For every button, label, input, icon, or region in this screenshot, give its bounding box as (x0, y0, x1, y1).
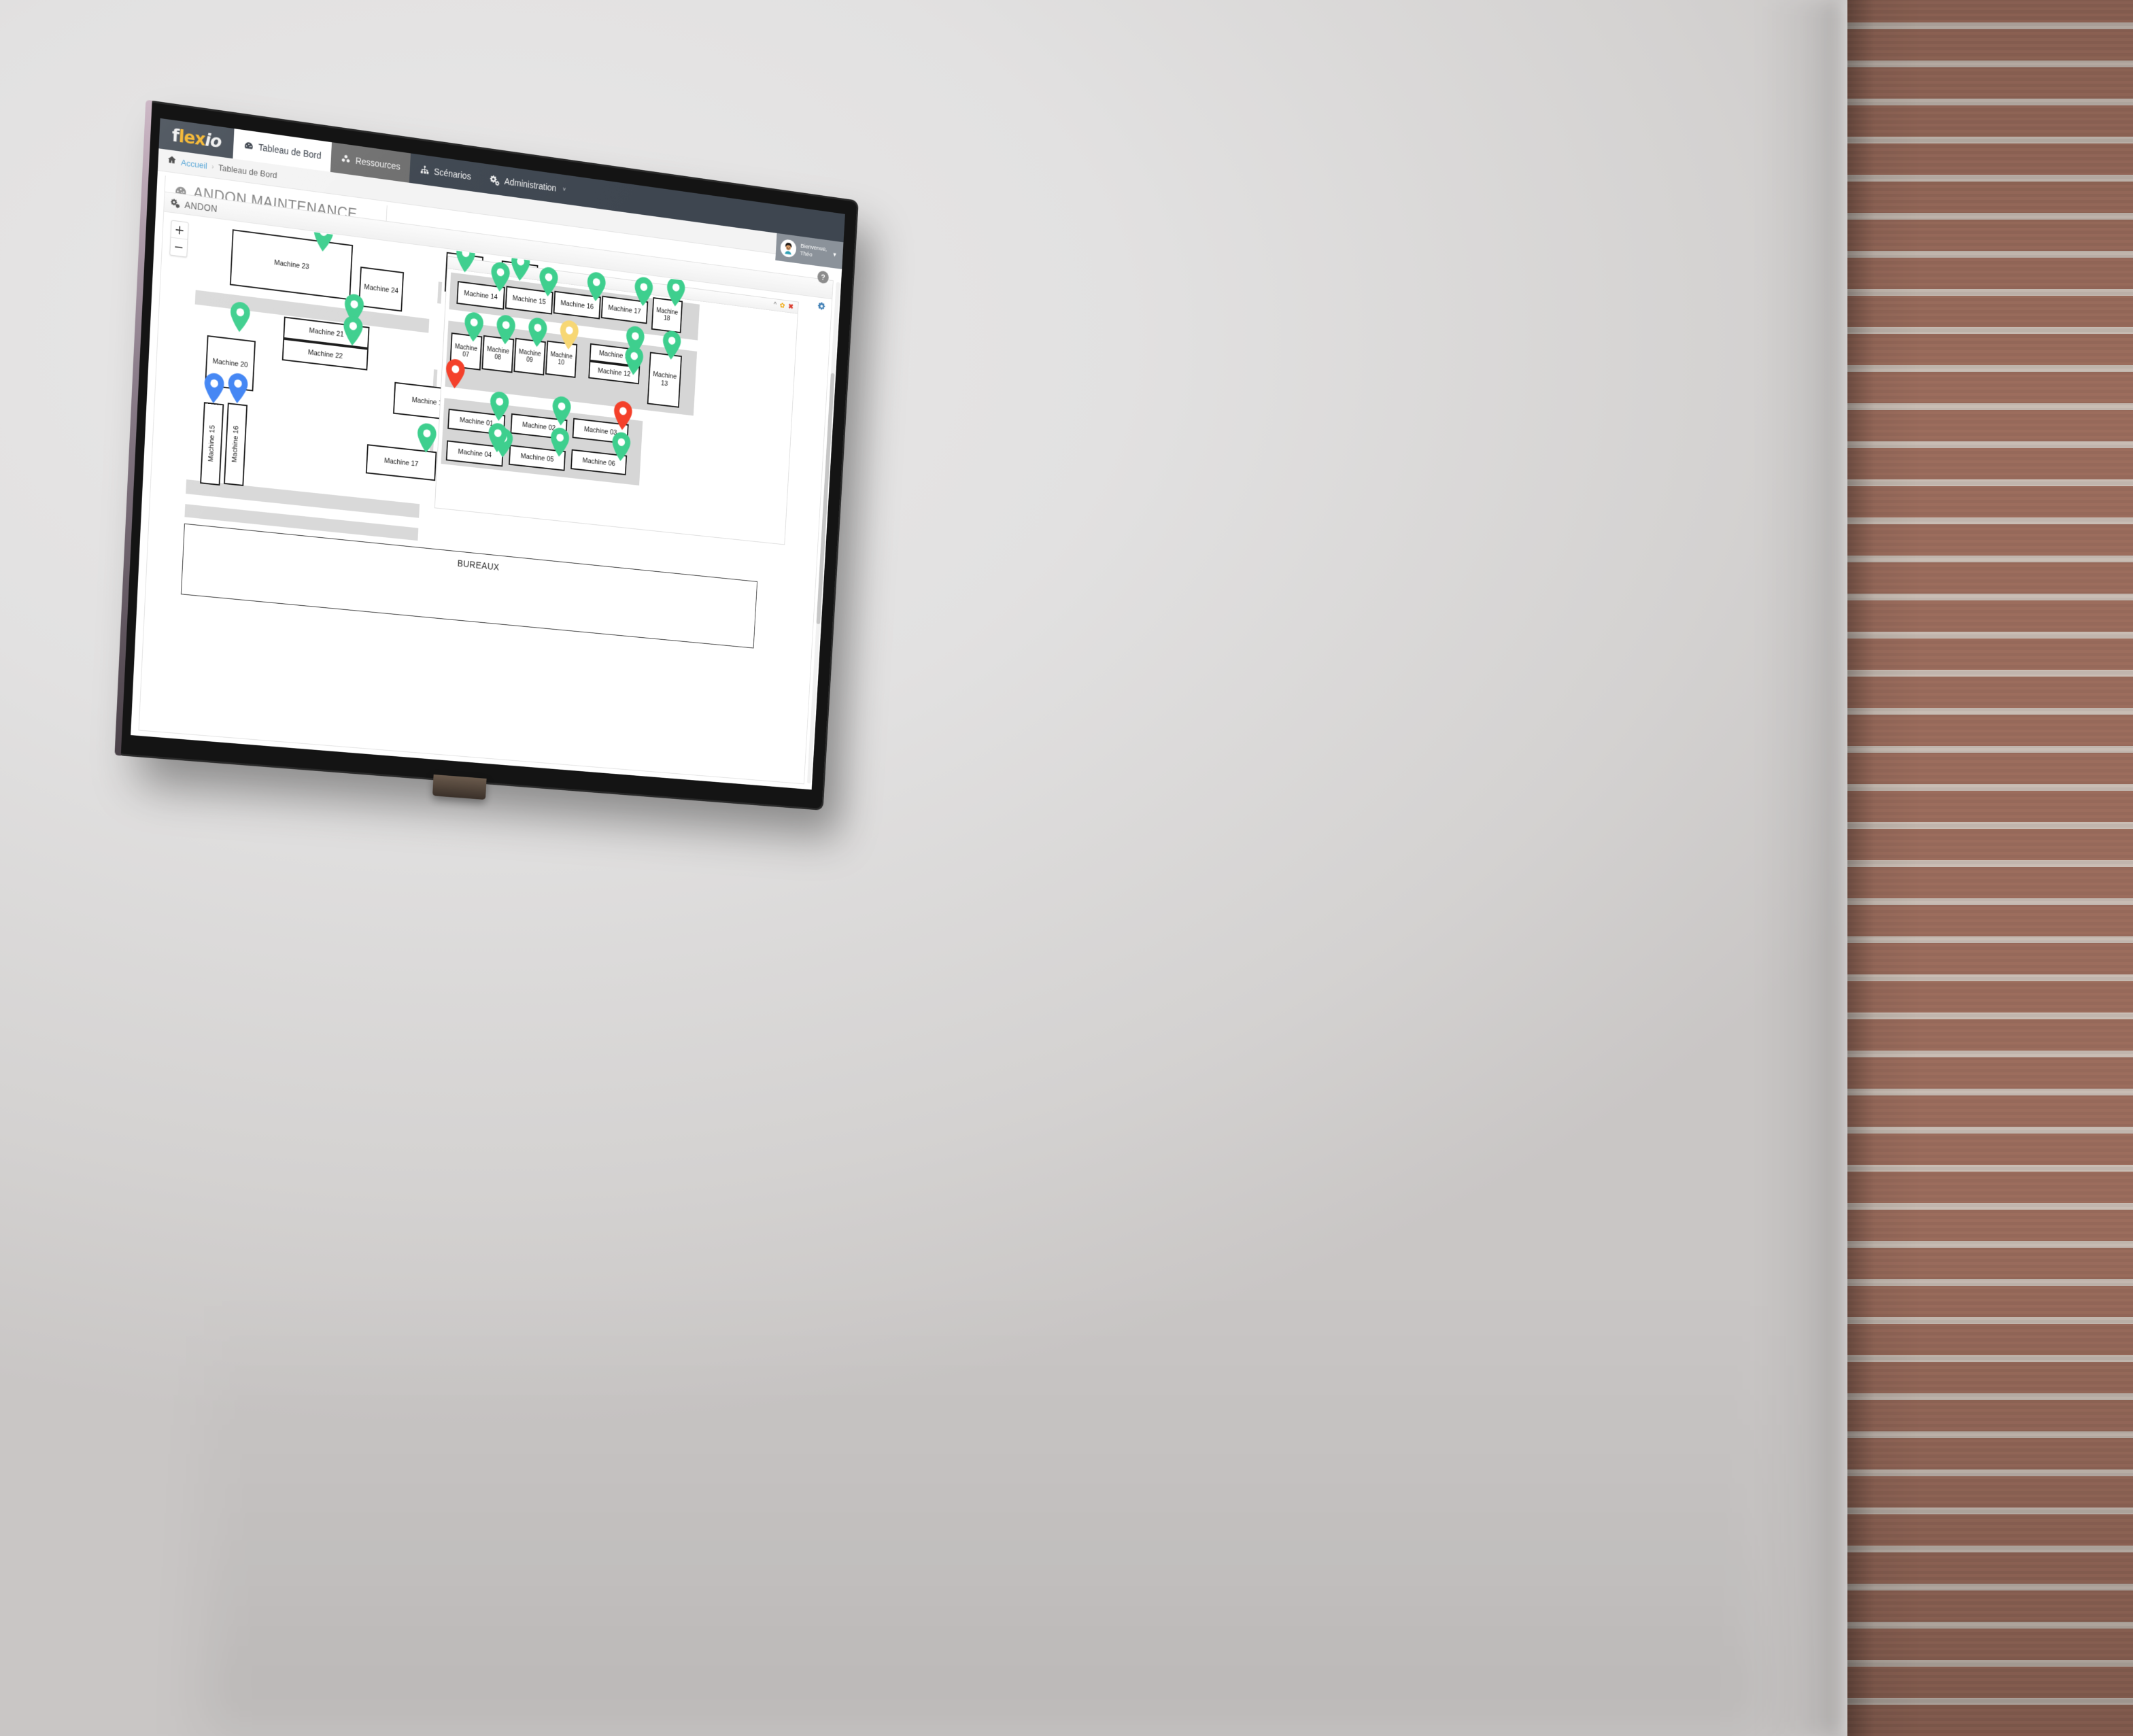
logo-text-io: io (204, 129, 222, 152)
machine-label: Machine 18 (656, 307, 679, 323)
cubes-icon (341, 153, 352, 165)
user-greeting-block: Bienvenue, Théo (800, 243, 827, 261)
status-pin-ok[interactable] (488, 390, 510, 422)
nav-tab-label: Tableau de Bord (258, 141, 322, 161)
nav-tab-label: Ressources (355, 155, 401, 172)
status-pin-ok[interactable] (633, 275, 654, 307)
dashboard-icon (243, 139, 254, 152)
brick-wall (1847, 0, 2133, 1736)
zoom-out-button[interactable]: − (170, 238, 187, 257)
machine-label: Machine 21 (309, 326, 344, 339)
machine-label: Machine 17 (608, 303, 641, 316)
machine-box[interactable]: Machine 16 (224, 403, 248, 486)
bureaux-zone[interactable]: BUREAUX (180, 523, 758, 649)
status-pin-ok[interactable] (661, 330, 682, 361)
status-pin-ok[interactable] (490, 260, 511, 293)
status-pin-info[interactable] (226, 372, 249, 405)
breadcrumb-link-accueil[interactable]: Accueil (181, 158, 207, 171)
avatar (779, 238, 797, 258)
chevron-down-icon: ▼ (832, 251, 838, 258)
andon-widget-title: ANDON (184, 199, 218, 214)
machine-box[interactable]: Machine 13 (647, 352, 682, 408)
andon-inner-panel: ^ ✿ ✖ Machine 14 Machine 15 Machine 16 M… (434, 256, 799, 545)
machine-label: Machine 09 (518, 347, 541, 364)
machine-label: Machine 15 (512, 294, 547, 306)
machine-box[interactable]: Machine 15 (200, 402, 224, 486)
status-pin-ok[interactable] (495, 313, 517, 345)
machine-label: Machine 10 (550, 350, 573, 367)
status-pin-ok[interactable] (611, 431, 632, 462)
machine-box[interactable]: Machine 24 (358, 267, 405, 312)
help-icon[interactable]: ? (817, 269, 830, 284)
gears-icon (170, 198, 181, 209)
divider-top (437, 282, 443, 304)
machine-label: Machine 13 (652, 371, 677, 388)
nav-tab-label: Administration (504, 175, 557, 194)
machine-label: Machine 17 (383, 456, 419, 469)
status-pin-ok[interactable] (228, 301, 251, 333)
collapse-icon[interactable]: ^ (773, 301, 777, 308)
andon-widget: ANDON + − Machine 23 Machine 24 Machine … (138, 191, 834, 785)
status-pin-ok[interactable] (538, 266, 560, 298)
status-pin-ok[interactable] (665, 276, 686, 308)
status-pin-info[interactable] (203, 372, 225, 405)
machine-label: Machine 22 (307, 348, 343, 360)
machine-box[interactable]: Machine 23 (229, 229, 354, 301)
logo-text-le: le (178, 126, 196, 149)
monitor-mount (432, 774, 487, 800)
zoom-in-button[interactable]: + (171, 220, 188, 240)
gear-icon[interactable]: ✿ (780, 301, 785, 310)
machine-label: Machine 20 (212, 357, 248, 369)
status-pin-ok[interactable] (342, 315, 364, 347)
machine-label: Machine 14 (464, 289, 498, 301)
home-icon[interactable] (167, 154, 177, 168)
status-pin-ok[interactable] (549, 426, 570, 458)
machine-label: Machine 08 (486, 345, 510, 362)
status-pin-ok[interactable] (463, 311, 485, 343)
machine-label: Machine 16 (231, 426, 241, 464)
close-icon[interactable]: ✖ (788, 303, 794, 311)
sitemap-icon (420, 164, 430, 176)
monitor-screen: flexio Tableau de Bord Ressources Scénar… (131, 118, 845, 790)
status-pin-ok[interactable] (624, 345, 645, 376)
gears-icon (490, 174, 500, 186)
machine-label: Machine 15 (207, 425, 217, 463)
machine-label: Machine 07 (454, 343, 478, 359)
status-pin-ok[interactable] (487, 422, 509, 454)
status-pin-alert[interactable] (613, 400, 634, 431)
machine-label: Machine 16 (560, 299, 594, 311)
andon-floor-map[interactable]: + − Machine 23 Machine 24 Machine 21 Mac… (139, 212, 832, 783)
status-pin-ok[interactable] (585, 271, 607, 303)
breadcrumb-separator: › (211, 163, 214, 171)
breadcrumb-current: Tableau de Bord (218, 163, 277, 181)
machine-label: Machine 24 (364, 283, 399, 295)
status-pin-ok[interactable] (415, 422, 437, 454)
bureaux-label: BUREAUX (457, 558, 500, 573)
svg-text:?: ? (821, 273, 825, 282)
gear-icon[interactable] (817, 301, 826, 311)
status-pin-warning[interactable] (558, 319, 579, 351)
wall-mounted-monitor: flexio Tableau de Bord Ressources Scénar… (117, 102, 857, 809)
chevron-down-icon: ˅ (562, 186, 566, 193)
monitor-bezel: flexio Tableau de Bord Ressources Scénar… (117, 102, 857, 809)
status-pin-alert[interactable] (444, 358, 466, 390)
nav-tab-label: Scénarios (433, 166, 472, 182)
flexio-application: flexio Tableau de Bord Ressources Scénar… (131, 118, 845, 790)
status-pin-ok[interactable] (527, 316, 549, 348)
wall-shadow (204, 1292, 1768, 1734)
status-pin-ok[interactable] (551, 395, 572, 427)
machine-label: Machine 23 (273, 258, 309, 271)
map-zoom-controls: + − (169, 220, 189, 258)
